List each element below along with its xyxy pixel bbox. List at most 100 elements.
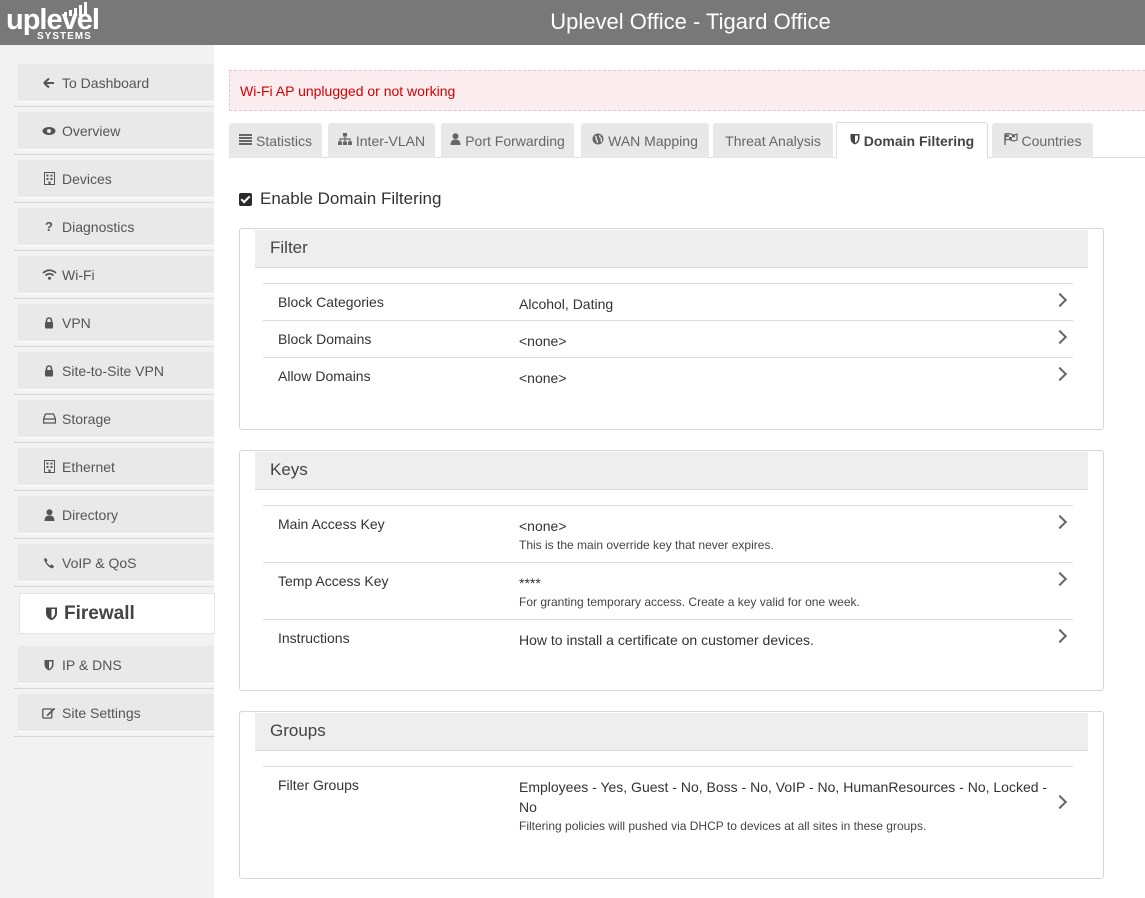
instructions-row[interactable]: Instructions How to install a certificat…: [263, 619, 1073, 659]
row-label: Temp Access Key: [278, 573, 389, 589]
shield-icon: [40, 659, 58, 671]
sidebar-item-label: Diagnostics: [62, 218, 135, 235]
question-icon: ?: [45, 219, 53, 234]
sidebar-item-label: Directory: [62, 506, 119, 523]
eye-icon: [40, 126, 58, 136]
shield-icon: [850, 133, 860, 148]
user-icon: [450, 133, 461, 148]
tab-label: Threat Analysis: [725, 132, 821, 149]
sidebar-item-label: Site Settings: [62, 704, 141, 721]
row-value: ****: [519, 575, 541, 591]
sidebar-item-label: Firewall: [64, 602, 135, 624]
sidebar-item-ethernet[interactable]: Ethernet: [18, 448, 214, 486]
row-label: Main Access Key: [278, 516, 385, 532]
row-note: For granting temporary access. Create a …: [519, 595, 860, 609]
tab-statistics[interactable]: Statistics: [229, 123, 322, 158]
groups-panel: Groups Filter Groups Employees - Yes, Gu…: [239, 711, 1104, 879]
sidebar-divider: [14, 490, 214, 491]
sidebar-item-overview[interactable]: Overview: [18, 112, 214, 150]
sidebar-item-voip-qos[interactable]: VoIP & QoS: [18, 544, 214, 582]
row-value-group: **** For granting temporary access. Crea…: [519, 573, 1059, 611]
sidebar-item-label: Overview: [62, 122, 121, 139]
row-value: How to install a certificate on customer…: [519, 632, 814, 648]
sidebar-item-ip-dns[interactable]: IP & DNS: [18, 646, 214, 684]
enable-checkbox[interactable]: [239, 192, 252, 206]
filter-panel: Filter Block Categories Alcohol, Dating …: [239, 228, 1104, 430]
sidebar-divider: [14, 106, 214, 107]
sidebar-divider: [14, 346, 214, 347]
sidebar-divider: [14, 298, 214, 299]
hdd-icon: [40, 413, 58, 424]
sidebar-item-site-settings[interactable]: Site Settings: [18, 694, 214, 732]
sidebar-item-directory[interactable]: Directory: [18, 496, 214, 534]
logo-subtext: SYSTEMS: [37, 31, 92, 42]
page-title: Uplevel Office - Tigard Office: [550, 9, 831, 34]
row-label: Filter Groups: [278, 777, 359, 793]
panel-title: Filter: [255, 230, 1088, 268]
enable-label: Enable Domain Filtering: [260, 189, 442, 208]
sidebar-item-site-to-site-vpn[interactable]: Site-to-Site VPN: [18, 352, 214, 390]
enable-domain-filtering[interactable]: Enable Domain Filtering: [239, 189, 441, 209]
sidebar-item-diagnostics[interactable]: ? Diagnostics: [18, 208, 214, 246]
row-note: This is the main override key that never…: [519, 538, 774, 552]
row-value-group: <none> This is the main override key tha…: [519, 516, 1059, 554]
sidebar-item-label: To Dashboard: [62, 74, 150, 91]
sidebar-item-devices[interactable]: Devices: [18, 160, 214, 198]
sidebar-item-label: VoIP & QoS: [62, 554, 137, 571]
sidebar-divider: [14, 538, 214, 539]
tab-label: WAN Mapping: [608, 132, 698, 149]
sidebar-divider: [14, 154, 214, 155]
row-value: <none>: [519, 333, 567, 349]
building-icon: [40, 172, 58, 185]
arrow-left-icon: [40, 77, 58, 89]
tab-domain-filtering[interactable]: Domain Filtering: [836, 122, 988, 159]
sidebar-item-vpn[interactable]: VPN: [18, 304, 214, 342]
main-access-key-row[interactable]: Main Access Key <none> This is the main …: [263, 505, 1073, 562]
sidebar-divider: [14, 202, 214, 203]
sidebar-divider: [14, 688, 214, 689]
wifi-icon: [40, 269, 58, 280]
allow-domains-row[interactable]: Allow Domains <none>: [263, 357, 1073, 394]
sidebar-divider: [14, 394, 214, 395]
row-value: Employees - Yes, Guest - No, Boss - No, …: [519, 779, 1048, 815]
row-value: <none>: [519, 370, 567, 386]
flag-icon: [1003, 132, 1018, 148]
tab-label: Port Forwarding: [465, 132, 565, 149]
tab-threat-analysis[interactable]: Threat Analysis: [713, 123, 833, 158]
temp-access-key-row[interactable]: Temp Access Key **** For granting tempor…: [263, 562, 1073, 619]
tab-wan-mapping[interactable]: WAN Mapping: [581, 123, 709, 158]
edit-icon: [40, 707, 58, 719]
tab-label: Domain Filtering: [863, 132, 975, 149]
tab-countries[interactable]: Countries: [992, 123, 1093, 158]
sidebar-divider: [14, 736, 214, 737]
panel-title: Groups: [255, 713, 1088, 751]
block-domains-row[interactable]: Block Domains <none>: [263, 320, 1073, 357]
uplevel-logo[interactable]: uplevel SYSTEMS: [6, 0, 100, 45]
block-categories-row[interactable]: Block Categories Alcohol, Dating: [263, 283, 1073, 320]
sidebar-item-firewall[interactable]: Firewall: [19, 593, 215, 634]
sidebar-divider: [14, 250, 214, 251]
keys-panel: Keys Main Access Key <none> This is the …: [239, 450, 1104, 691]
tab-label: Inter-VLAN: [355, 132, 426, 149]
sidebar-item-wifi[interactable]: Wi-Fi: [18, 256, 214, 294]
row-label: Block Domains: [278, 331, 372, 347]
lock-icon: [40, 316, 58, 329]
sidebar-item-storage[interactable]: Storage: [18, 400, 214, 438]
sidebar-divider: [14, 442, 214, 443]
panel-title: Keys: [255, 452, 1088, 490]
alert-banner: Wi-Fi AP unplugged or not working: [229, 70, 1145, 111]
sidebar-item-label: Site-to-Site VPN: [62, 362, 164, 379]
tab-inter-vlan[interactable]: Inter-VLAN: [328, 123, 435, 158]
row-label: Instructions: [278, 630, 350, 646]
building-icon: [40, 460, 58, 473]
sidebar-item-to-dashboard[interactable]: To Dashboard: [18, 64, 214, 102]
row-value: <none>: [519, 518, 567, 534]
user-icon: [40, 508, 58, 521]
tab-label: Countries: [1021, 132, 1082, 149]
row-note: Filtering policies will pushed via DHCP …: [519, 819, 927, 833]
filter-groups-row[interactable]: Filter Groups Employees - Yes, Guest - N…: [263, 766, 1073, 846]
tab-port-forwarding[interactable]: Port Forwarding: [441, 123, 574, 158]
sitemap-icon: [337, 133, 352, 148]
row-value-group: Employees - Yes, Guest - No, Boss - No, …: [519, 777, 1059, 835]
tab-label: Statistics: [255, 132, 312, 149]
